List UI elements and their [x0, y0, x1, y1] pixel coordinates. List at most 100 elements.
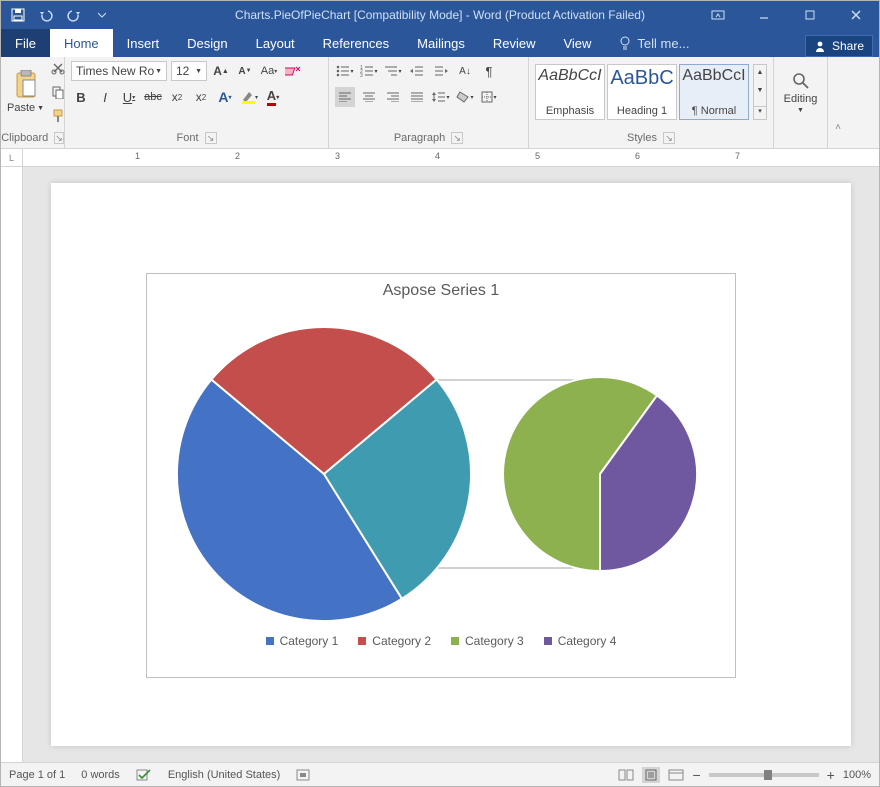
legend-swatch [358, 637, 366, 645]
spellcheck-icon[interactable] [136, 768, 152, 782]
read-mode-icon[interactable] [618, 769, 634, 781]
styles-dialog-launcher[interactable]: ↘ [663, 132, 675, 144]
chart-legend: Category 1 Category 2 Category 3 Categor… [266, 634, 617, 648]
legend-swatch [266, 637, 274, 645]
change-case-icon[interactable]: Aa▾ [259, 61, 279, 81]
font-size-dropdown[interactable]: 12▼ [171, 61, 207, 81]
shrink-font-icon[interactable]: A▼ [235, 61, 255, 81]
close-icon[interactable] [833, 1, 879, 29]
style-heading1[interactable]: AaBbCHeading 1 [607, 64, 677, 120]
share-button[interactable]: Share [805, 35, 873, 57]
language-indicator[interactable]: English (United States) [168, 769, 281, 781]
decrease-indent-icon[interactable] [407, 61, 427, 81]
shading-icon[interactable]: ▾ [455, 87, 475, 107]
justify-icon[interactable] [407, 87, 427, 107]
horizontal-ruler[interactable]: L 1 2 3 4 5 6 7 [1, 149, 879, 167]
page-viewport[interactable]: Aspose Series 1 [23, 167, 879, 762]
group-font: Times New Ro▼ 12▼ A▲ A▼ Aa▾ B I U▾ abc x… [65, 57, 329, 148]
ribbon: Paste▼ Clipboard↘ Times New Ro▼ 12▼ A▲ A… [1, 57, 879, 149]
legend-item: Category 2 [358, 634, 431, 648]
align-center-icon[interactable] [359, 87, 379, 107]
zoom-thumb[interactable] [764, 770, 772, 780]
word-count[interactable]: 0 words [81, 769, 120, 781]
bullets-icon[interactable]: ▾ [335, 61, 355, 81]
multilevel-list-icon[interactable]: ▾ [383, 61, 403, 81]
ruler-corner: L [1, 149, 23, 166]
tab-layout[interactable]: Layout [242, 29, 309, 57]
tab-references[interactable]: References [309, 29, 403, 57]
ribbon-display-icon[interactable] [695, 1, 741, 29]
clipboard-dialog-launcher[interactable]: ↘ [54, 132, 64, 144]
sort-icon[interactable]: A↓ [455, 61, 475, 81]
increase-indent-icon[interactable] [431, 61, 451, 81]
highlight-icon[interactable]: ▾ [239, 87, 259, 107]
align-left-icon[interactable] [335, 87, 355, 107]
tell-me-label: Tell me... [637, 36, 689, 51]
legend-swatch [451, 637, 459, 645]
style-normal[interactable]: AaBbCcI¶ Normal [679, 64, 749, 120]
minimize-icon[interactable] [741, 1, 787, 29]
paragraph-dialog-launcher[interactable]: ↘ [451, 132, 463, 144]
lightbulb-icon [619, 36, 631, 50]
tab-mailings[interactable]: Mailings [403, 29, 479, 57]
pie-of-pie-chart[interactable]: Aspose Series 1 [146, 273, 736, 678]
zoom-slider[interactable] [709, 773, 819, 777]
clear-format-icon[interactable] [283, 61, 303, 81]
vertical-ruler[interactable] [1, 167, 23, 762]
group-editing: Editing ▼ [774, 57, 828, 148]
styles-more-icon: ▾ [754, 106, 766, 115]
save-icon[interactable] [5, 4, 31, 26]
print-layout-icon[interactable] [642, 767, 660, 783]
tab-file[interactable]: File [1, 29, 50, 57]
tab-review[interactable]: Review [479, 29, 550, 57]
macro-icon[interactable] [296, 769, 310, 781]
paste-label: Paste [7, 102, 35, 114]
line-spacing-icon[interactable]: ▾ [431, 87, 451, 107]
paste-button[interactable]: Paste▼ [7, 61, 44, 123]
editing-button[interactable]: Editing ▼ [780, 61, 821, 123]
superscript-icon[interactable]: x2 [191, 87, 211, 107]
maximize-icon[interactable] [787, 1, 833, 29]
bold-icon[interactable]: B [71, 87, 91, 107]
borders-icon[interactable]: ▾ [479, 87, 499, 107]
chevron-up-icon: ▲ [754, 69, 766, 76]
underline-icon[interactable]: U▾ [119, 87, 139, 107]
align-right-icon[interactable] [383, 87, 403, 107]
word-window: Charts.PieOfPieChart [Compatibility Mode… [0, 0, 880, 787]
zoom-in-button[interactable]: + [827, 767, 835, 783]
redo-icon[interactable] [61, 4, 87, 26]
tab-design[interactable]: Design [173, 29, 241, 57]
text-effects-icon[interactable]: A▾ [215, 87, 235, 107]
group-clipboard: Paste▼ Clipboard↘ [1, 57, 65, 148]
tab-insert[interactable]: Insert [113, 29, 174, 57]
font-name-dropdown[interactable]: Times New Ro▼ [71, 61, 167, 81]
collapse-ribbon[interactable]: ˄ [828, 57, 848, 148]
page-indicator[interactable]: Page 1 of 1 [9, 769, 65, 781]
status-bar: Page 1 of 1 0 words English (United Stat… [1, 762, 879, 786]
zoom-out-button[interactable]: − [692, 767, 700, 783]
tell-me-search[interactable]: Tell me... [605, 29, 703, 57]
svg-text:3: 3 [360, 73, 363, 77]
qat-customize-icon[interactable] [89, 4, 115, 26]
document-area: Aspose Series 1 [1, 167, 879, 762]
font-dialog-launcher[interactable]: ↘ [205, 132, 217, 144]
font-color-icon[interactable]: A▾ [263, 87, 283, 107]
paragraph-group-label: Paragraph [394, 132, 445, 144]
chevron-down-icon: ▼ [797, 107, 804, 114]
zoom-level[interactable]: 100% [843, 769, 871, 781]
tab-view[interactable]: View [549, 29, 605, 57]
grow-font-icon[interactable]: A▲ [211, 61, 231, 81]
web-layout-icon[interactable] [668, 769, 684, 781]
strike-icon[interactable]: abc [143, 87, 163, 107]
subscript-icon[interactable]: x2 [167, 87, 187, 107]
styles-scroll[interactable]: ▲ ▼ ▾ [753, 64, 767, 120]
legend-item: Category 4 [544, 634, 617, 648]
window-buttons [695, 1, 879, 29]
style-emphasis[interactable]: AaBbCcIEmphasis [535, 64, 605, 120]
legend-swatch [544, 637, 552, 645]
italic-icon[interactable]: I [95, 87, 115, 107]
show-marks-icon[interactable]: ¶ [479, 61, 499, 81]
undo-icon[interactable] [33, 4, 59, 26]
numbering-icon[interactable]: 123▾ [359, 61, 379, 81]
tab-home[interactable]: Home [50, 29, 113, 57]
